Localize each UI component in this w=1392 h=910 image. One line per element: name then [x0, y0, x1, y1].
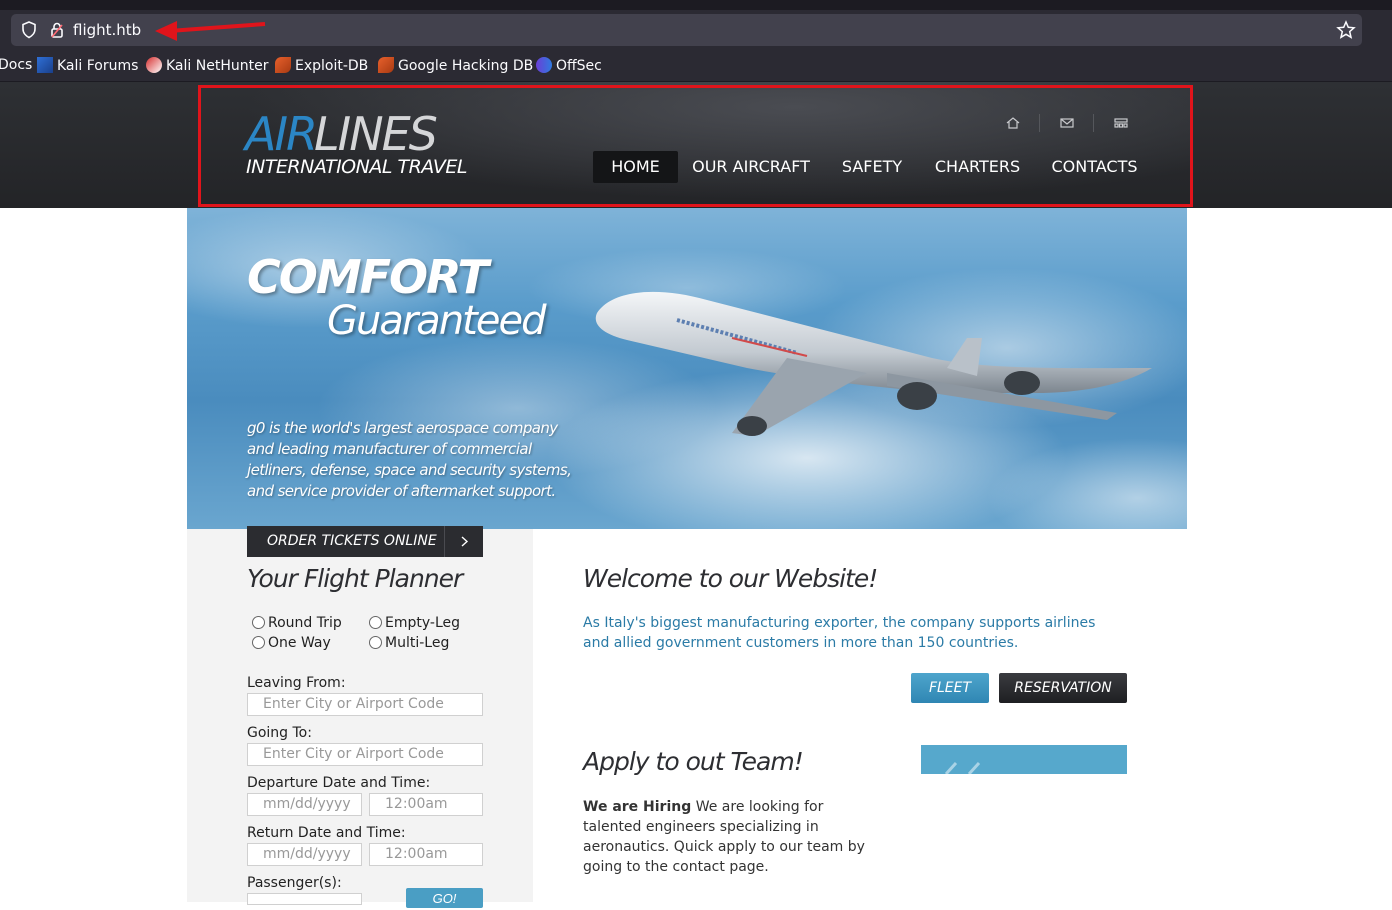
bookmark-kali-forums[interactable]: Kali Forums	[37, 57, 138, 74]
red-arrow-annotation	[155, 21, 266, 41]
browser-tab-strip	[0, 0, 1392, 10]
order-tickets-label: ORDER TICKETS ONLINE	[267, 533, 437, 549]
passengers-select[interactable]	[247, 893, 362, 905]
team-image	[921, 745, 1127, 776]
kali-forums-icon	[37, 57, 53, 73]
radio-multi-leg[interactable]: Multi-Leg	[369, 635, 449, 651]
radio-button[interactable]	[369, 636, 382, 649]
going-to-label: Going To:	[247, 725, 312, 741]
bookmark-exploit-db[interactable]: Exploit-DB	[275, 57, 368, 74]
return-label: Return Date and Time:	[247, 825, 406, 841]
shield-icon[interactable]	[21, 21, 37, 39]
bookmark-kali-nethunter[interactable]: Kali NetHunter	[146, 57, 268, 74]
bookmark-star-icon[interactable]	[1336, 20, 1356, 40]
radio-one-way[interactable]: One Way	[252, 635, 331, 651]
radio-button[interactable]	[252, 636, 265, 649]
radio-round-trip[interactable]: Round Trip	[252, 615, 342, 631]
return-time-input[interactable]: 12:00am	[369, 843, 483, 866]
departure-date-input[interactable]: mm/dd/yyyy	[247, 793, 362, 816]
welcome-title: Welcome to our Website!	[583, 564, 878, 593]
lock-icon[interactable]	[49, 21, 65, 39]
radio-button[interactable]	[252, 616, 265, 629]
departure-time-input[interactable]: 12:00am	[369, 793, 483, 816]
welcome-text: As Italy's biggest manufacturing exporte…	[583, 615, 1096, 651]
red-box-annotation	[198, 85, 1193, 207]
apply-text: We are Hiring We are looking for talente…	[583, 797, 868, 877]
go-button[interactable]: GO!	[406, 888, 483, 908]
apply-bold: We are Hiring	[583, 799, 692, 815]
hero-description: g0 is the world's largest aerospace comp…	[247, 419, 572, 500]
flight-planner-title: Your Flight Planner	[247, 564, 463, 593]
departure-label: Departure Date and Time:	[247, 775, 431, 791]
offsec-icon	[536, 57, 552, 73]
hero-banner: COMFORT Guaranteed g0 is the world's lar…	[187, 208, 1187, 529]
radio-empty-leg[interactable]: Empty-Leg	[369, 615, 460, 631]
radio-button[interactable]	[369, 616, 382, 629]
hero-title-comfort: COMFORT	[247, 250, 489, 304]
reservation-button[interactable]: RESERVATION	[999, 673, 1127, 703]
kali-nethunter-icon	[146, 57, 162, 73]
leaving-from-input[interactable]: Enter City or Airport Code	[247, 693, 483, 716]
order-divider	[444, 526, 445, 557]
bookmarks-toolbar: Docs Kali Forums Kali NetHunter Exploit-…	[0, 50, 1392, 82]
apply-title: Apply to out Team!	[583, 747, 804, 776]
order-tickets-button[interactable]: ORDER TICKETS ONLINE	[247, 526, 483, 557]
bookmark-offsec[interactable]: OffSec	[536, 57, 602, 74]
leaving-from-label: Leaving From:	[247, 675, 346, 691]
going-to-input[interactable]: Enter City or Airport Code	[247, 743, 483, 766]
exploit-db-icon	[275, 57, 291, 73]
fleet-button[interactable]: FLEET	[911, 673, 989, 703]
url-text[interactable]: flight.htb	[73, 21, 141, 39]
team-image-graphic	[944, 761, 981, 776]
chevron-right-icon	[461, 536, 469, 547]
google-hacking-db-icon	[378, 57, 394, 73]
bookmark-docs[interactable]: Docs	[0, 57, 32, 73]
bookmark-google-hacking-db[interactable]: Google Hacking DB	[378, 57, 533, 74]
passengers-label: Passenger(s):	[247, 875, 342, 891]
hero-title-guaranteed: Guaranteed	[327, 298, 546, 344]
return-date-input[interactable]: mm/dd/yyyy	[247, 843, 362, 866]
